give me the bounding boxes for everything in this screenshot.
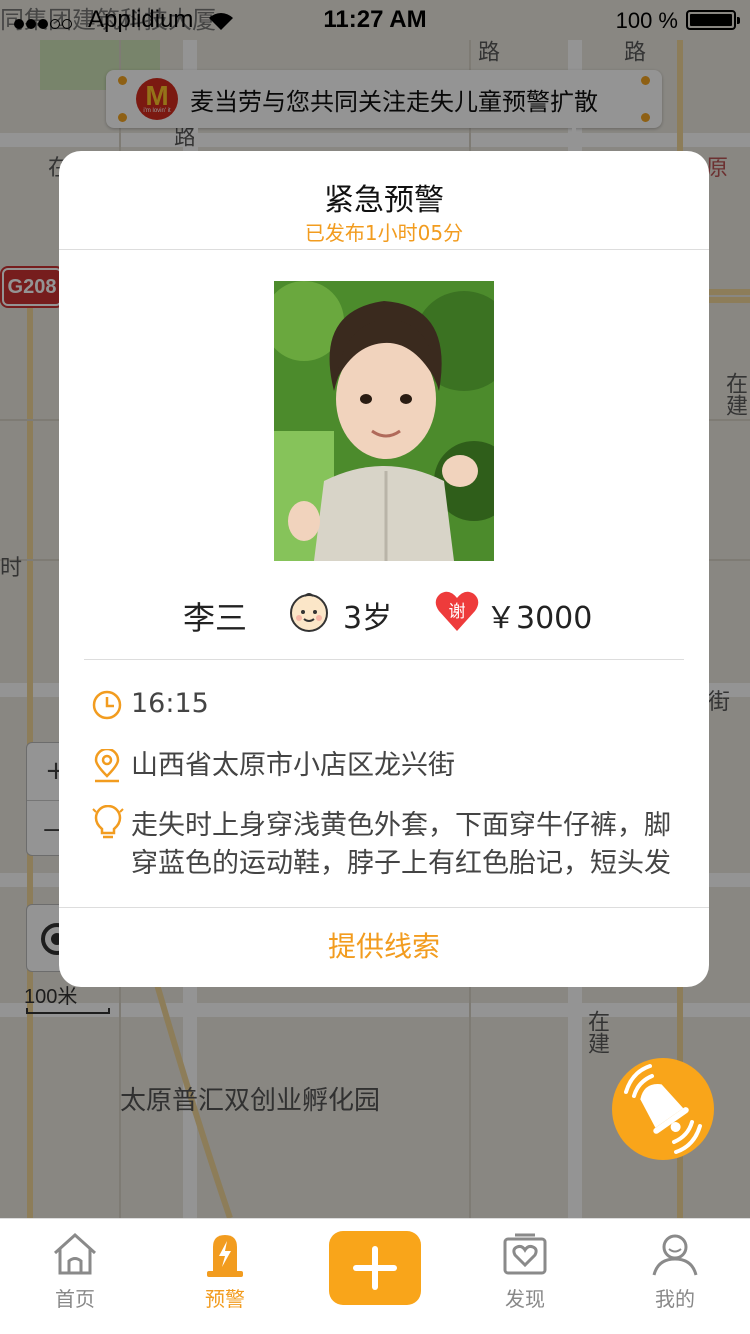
bell-icon — [624, 1064, 702, 1154]
child-info-row: 李三 3岁 谢 ￥3000 — [59, 589, 709, 637]
add-button[interactable] — [329, 1231, 421, 1305]
alert-bell-button[interactable] — [612, 1058, 714, 1160]
reward-amount: ￥3000 — [486, 601, 593, 636]
tab-discover-label: 发现 — [505, 1287, 545, 1311]
card-published-time: 已发布1小时05分 — [304, 221, 464, 245]
card-title: 紧急预警 — [324, 183, 444, 218]
child-name: 李三 — [183, 599, 248, 637]
provide-clue-button[interactable]: 提供线索 — [59, 907, 709, 987]
missing-time: 16:15 — [131, 688, 209, 719]
location-pin-icon — [94, 749, 120, 783]
emergency-alert-card: 紧急预警 已发布1小时05分 李三 3岁 谢 ￥3000 16:15 山西省太原… — [59, 151, 709, 987]
profile-icon — [652, 1234, 698, 1276]
card-header: 紧急预警 已发布1小时05分 — [59, 151, 709, 250]
heart-reward-icon: 谢 — [435, 591, 479, 631]
discover-icon — [503, 1233, 547, 1275]
lightbulb-icon — [92, 805, 124, 839]
clock-icon — [92, 690, 122, 720]
bottom-tab-bar: 首页 预警 发现 我的 — [0, 1218, 750, 1334]
child-age: 3岁 — [343, 601, 393, 636]
missing-description: 走失时上身穿浅黄色外套，下面穿牛仔裤，脚穿蓝色的运动鞋，脖子上有红色胎记，短头发 — [131, 810, 671, 879]
alert-lamp-icon — [207, 1235, 243, 1277]
tab-home[interactable]: 首页 — [0, 1219, 150, 1334]
home-icon — [53, 1232, 97, 1275]
card-divider — [84, 659, 684, 660]
tab-alert[interactable]: 预警 — [150, 1219, 300, 1334]
tab-alert-label: 预警 — [205, 1287, 245, 1311]
tab-home-label: 首页 — [55, 1287, 95, 1311]
baby-icon — [290, 593, 328, 632]
svg-text:谢: 谢 — [449, 602, 466, 622]
missing-child-photo[interactable] — [274, 281, 494, 561]
tab-mine-label: 我的 — [655, 1287, 695, 1311]
tab-mine[interactable]: 我的 — [600, 1219, 750, 1334]
tab-discover[interactable]: 发现 — [450, 1219, 600, 1334]
missing-location: 山西省太原市小店区龙兴街 — [131, 750, 455, 781]
